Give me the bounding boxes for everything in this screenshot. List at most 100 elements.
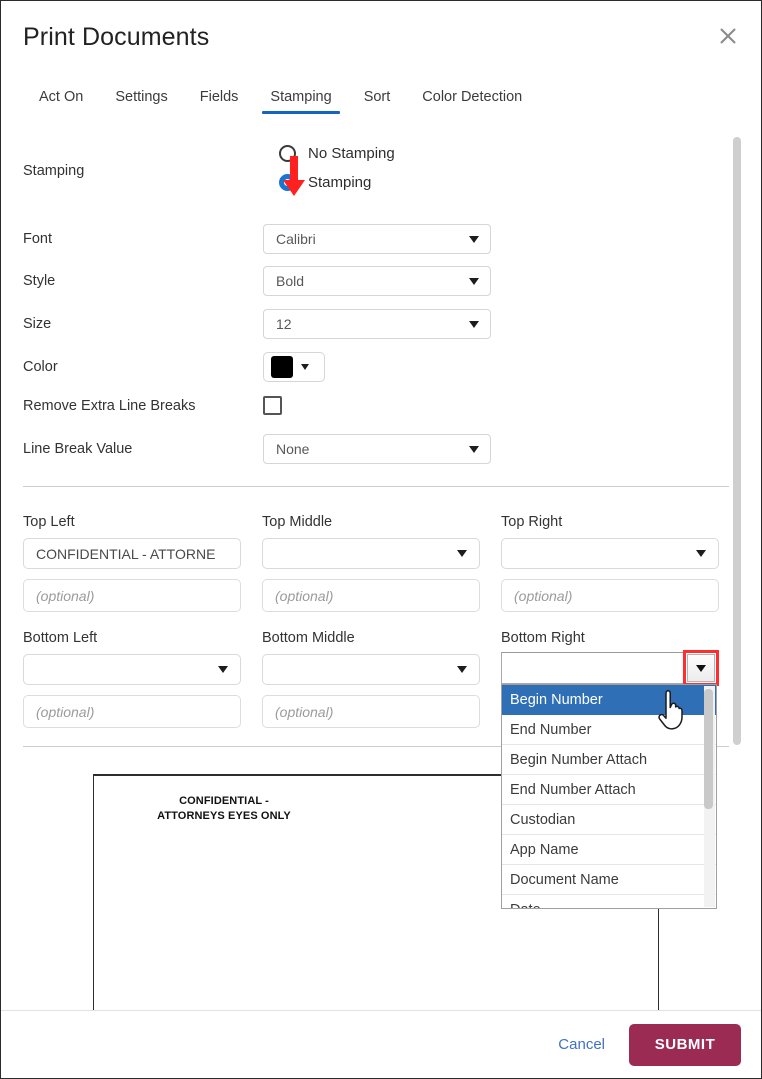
row-style: Style Bold: [23, 266, 493, 296]
bottom-middle-optional-placeholder: (optional): [275, 704, 333, 720]
label-top-middle: Top Middle: [262, 514, 480, 530]
chevron-down-icon: [301, 364, 309, 370]
tab-sort[interactable]: Sort: [348, 89, 407, 114]
label-bottom-left: Bottom Left: [23, 630, 241, 646]
bottom-right-dropdown-list: Begin Number End Number Begin Number Att…: [501, 684, 717, 909]
top-left-select[interactable]: CONFIDENTIAL - ATTORNE: [23, 538, 241, 569]
tab-bar: Act On Settings Fields Stamping Sort Col…: [23, 89, 538, 114]
dropdown-scrollbar[interactable]: [704, 686, 715, 907]
tab-fields[interactable]: Fields: [184, 89, 255, 114]
radio-icon-stamping[interactable]: [279, 174, 296, 191]
tab-color-detection[interactable]: Color Detection: [406, 89, 538, 114]
dropdown-option-app-name[interactable]: App Name: [502, 835, 716, 865]
chevron-down-icon: [469, 321, 479, 328]
dropdown-option-document-name[interactable]: Document Name: [502, 865, 716, 895]
dropdown-option-end-number[interactable]: End Number: [502, 715, 716, 745]
label-size: Size: [23, 316, 263, 332]
radio-label-no-stamping: No Stamping: [308, 145, 395, 162]
chevron-down-icon: [696, 550, 706, 557]
preview-stamp-line-2: ATTORNEYS EYES ONLY: [119, 809, 329, 824]
bottom-left-optional-input[interactable]: (optional): [23, 695, 241, 728]
label-style: Style: [23, 273, 263, 289]
top-right-optional-input[interactable]: (optional): [501, 579, 719, 612]
tab-stamping[interactable]: Stamping: [254, 89, 347, 114]
radio-icon-no-stamping[interactable]: [279, 145, 296, 162]
bottom-right-dropdown-toggle[interactable]: [687, 654, 715, 682]
page-title: Print Documents: [23, 23, 209, 52]
row-size: Size 12: [23, 309, 493, 339]
color-picker[interactable]: [263, 352, 325, 382]
color-swatch: [271, 356, 293, 378]
radio-option-no-stamping[interactable]: No Stamping: [279, 145, 395, 162]
size-select-value: 12: [276, 316, 292, 332]
style-select-value: Bold: [276, 273, 304, 289]
top-right-optional-placeholder: (optional): [514, 588, 572, 604]
style-select[interactable]: Bold: [263, 266, 491, 296]
remove-extra-line-breaks-checkbox[interactable]: [263, 396, 282, 415]
dropdown-option-custodian[interactable]: Custodian: [502, 805, 716, 835]
field-bottom-right: Bottom Right: [501, 630, 719, 654]
dropdown-option-date[interactable]: Date: [502, 895, 716, 909]
top-middle-select[interactable]: [262, 538, 480, 569]
label-top-right: Top Right: [501, 514, 719, 530]
chevron-down-icon: [469, 236, 479, 243]
submit-button[interactable]: SUBMIT: [629, 1024, 741, 1066]
label-bottom-right: Bottom Right: [501, 630, 719, 646]
dialog-footer: Cancel SUBMIT: [1, 1010, 762, 1078]
bottom-left-optional-placeholder: (optional): [36, 704, 94, 720]
label-top-left: Top Left: [23, 514, 241, 530]
row-font: Font Calibri: [23, 224, 493, 254]
chevron-down-icon: [469, 278, 479, 285]
bottom-right-select[interactable]: [501, 652, 717, 684]
top-middle-optional-input[interactable]: (optional): [262, 579, 480, 612]
field-top-middle: Top Middle (optional): [262, 514, 480, 612]
dropdown-option-end-number-attach[interactable]: End Number Attach: [502, 775, 716, 805]
font-select-value: Calibri: [276, 231, 316, 247]
label-stamping: Stamping: [23, 163, 263, 179]
radio-label-stamping: Stamping: [308, 174, 371, 191]
preview-stamp-top-left: CONFIDENTIAL - ATTORNEYS EYES ONLY: [119, 794, 329, 824]
section-divider-top: [23, 486, 729, 487]
content-scrollbar-thumb[interactable]: [733, 137, 741, 745]
dropdown-option-begin-number-attach[interactable]: Begin Number Attach: [502, 745, 716, 775]
row-remove-extra-line-breaks: Remove Extra Line Breaks: [23, 396, 493, 415]
chevron-down-icon: [457, 666, 467, 673]
radio-option-stamping[interactable]: Stamping: [279, 174, 395, 191]
tab-settings[interactable]: Settings: [99, 89, 183, 114]
bottom-middle-optional-input[interactable]: (optional): [262, 695, 480, 728]
label-remove-extra-line-breaks: Remove Extra Line Breaks: [23, 398, 263, 414]
top-right-select[interactable]: [501, 538, 719, 569]
top-middle-optional-placeholder: (optional): [275, 588, 333, 604]
font-select[interactable]: Calibri: [263, 224, 491, 254]
close-icon[interactable]: [711, 19, 745, 53]
field-bottom-left: Bottom Left (optional): [23, 630, 241, 728]
top-left-value: CONFIDENTIAL - ATTORNE: [36, 546, 215, 562]
chevron-down-icon: [457, 550, 467, 557]
row-stamping: Stamping: [23, 163, 493, 179]
line-break-value-text: None: [276, 441, 309, 457]
cancel-button[interactable]: Cancel: [558, 1036, 605, 1053]
tab-act-on[interactable]: Act On: [23, 89, 99, 114]
print-documents-dialog: Print Documents Act On Settings Fields S…: [0, 0, 762, 1079]
top-left-optional-input[interactable]: (optional): [23, 579, 241, 612]
chevron-down-icon: [218, 666, 228, 673]
stamping-radio-group: No Stamping Stamping: [279, 145, 395, 191]
chevron-down-icon: [469, 446, 479, 453]
label-color: Color: [23, 359, 263, 375]
field-top-left: Top Left CONFIDENTIAL - ATTORNE (optiona…: [23, 514, 241, 612]
bottom-left-select[interactable]: [23, 654, 241, 685]
label-line-break-value: Line Break Value: [23, 441, 263, 457]
line-break-value-select[interactable]: None: [263, 434, 491, 464]
field-bottom-middle: Bottom Middle (optional): [262, 630, 480, 728]
dropdown-option-begin-number[interactable]: Begin Number: [502, 685, 716, 715]
size-select[interactable]: 12: [263, 309, 491, 339]
field-top-right: Top Right (optional): [501, 514, 719, 612]
row-line-break-value: Line Break Value None: [23, 434, 493, 464]
label-bottom-middle: Bottom Middle: [262, 630, 480, 646]
top-left-optional-placeholder: (optional): [36, 588, 94, 604]
preview-stamp-line-1: CONFIDENTIAL -: [119, 794, 329, 809]
row-color: Color: [23, 352, 493, 382]
content-scrollbar[interactable]: [733, 137, 741, 745]
dropdown-scrollbar-thumb[interactable]: [704, 689, 713, 809]
bottom-middle-select[interactable]: [262, 654, 480, 685]
